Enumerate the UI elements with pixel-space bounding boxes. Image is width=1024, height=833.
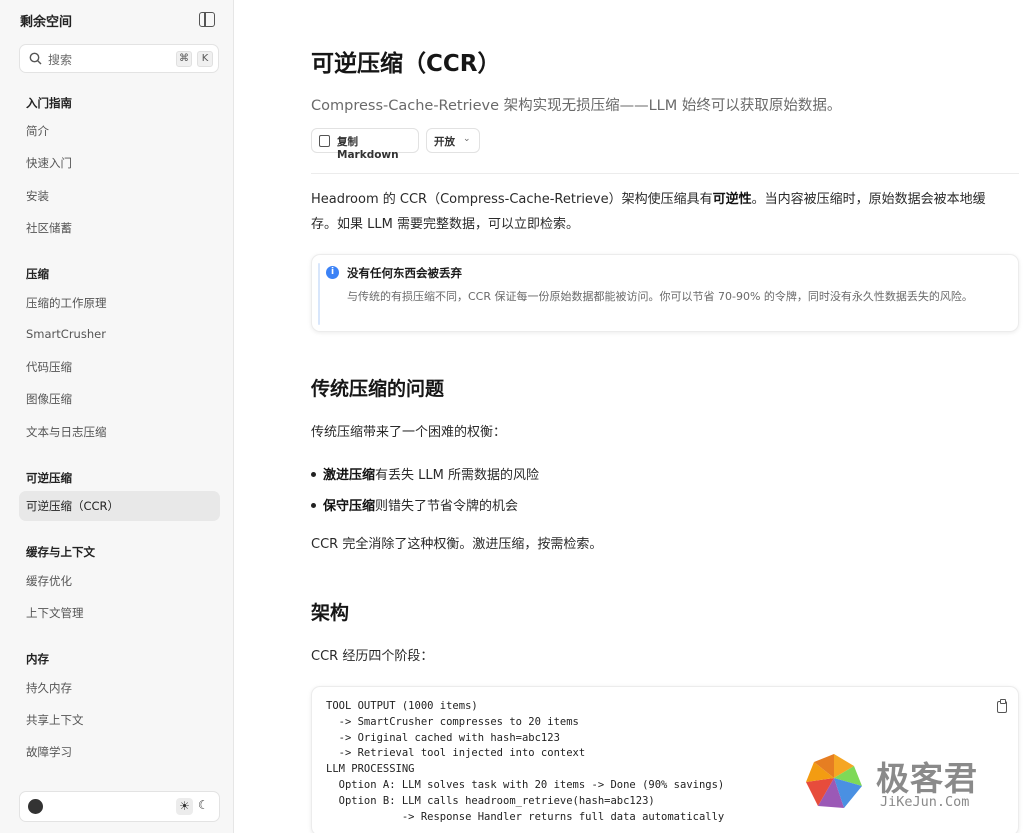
page-title: 可逆压缩（CCR） <box>311 51 501 77</box>
sidebar-toggle-icon[interactable] <box>199 12 215 27</box>
chevron-down-icon: ⌄ <box>463 134 471 144</box>
clipboard-icon[interactable] <box>997 699 1007 713</box>
nav-group-compression: 压缩 <box>26 267 49 281</box>
info-callout: i 没有任何东西会被丢弃 与传统的有损压缩不同，CCR 保证每一份原始数据都能被… <box>311 254 1019 332</box>
sidebar-item-context-management[interactable]: 上下文管理 <box>26 605 84 621</box>
sidebar-item-text-log-compression[interactable]: 文本与日志压缩 <box>26 424 107 440</box>
sidebar-item-smartcrusher[interactable]: SmartCrusher <box>26 327 106 341</box>
nav-group-memory: 内存 <box>26 652 49 666</box>
github-icon[interactable] <box>28 799 43 814</box>
moon-icon[interactable]: ☾ <box>198 798 209 812</box>
watermark-en: JiKeJun.Com <box>880 794 970 810</box>
open-label: 开放 <box>434 136 455 148</box>
list-item: 激进压缩有丢失 LLM 所需数据的风险 <box>311 464 539 483</box>
sidebar-item-image-compression[interactable]: 图像压缩 <box>26 391 72 407</box>
sidebar-item-quickstart[interactable]: 快速入门 <box>26 155 72 171</box>
watermark-cn: 极客君 <box>876 759 978 798</box>
copy-markdown-label: 复制 Markdown <box>337 136 399 161</box>
bullet2-bold: 保守压缩 <box>323 499 376 514</box>
main-content: 可逆压缩（CCR） Compress-Cache-Retrieve 架构实现无损… <box>234 0 1024 833</box>
sidebar-item-community[interactable]: 社区储蓄 <box>26 220 72 236</box>
section2-intro: CCR 经历四个阶段： <box>311 649 434 664</box>
info-icon: i <box>326 266 339 279</box>
watermark: 极客君 JiKeJun.Com <box>804 750 1004 820</box>
intro-text-line2: 存。如果 LLM 需要完整数据，可以立即检索。 <box>311 217 579 232</box>
nav-group-getting-started: 入门指南 <box>26 96 72 110</box>
open-dropdown-button[interactable]: 开放 ⌄ <box>426 128 480 153</box>
nav-group-cache-context: 缓存与上下文 <box>26 545 95 559</box>
callout-body: 与传统的有损压缩不同，CCR 保证每一份原始数据都能被访问。你可以节省 70-9… <box>347 290 973 303</box>
section1-intro: 传统压缩带来了一个困难的权衡： <box>311 425 507 440</box>
nav-group-reversible: 可逆压缩 <box>26 471 72 485</box>
section-heading-architecture: 架构 <box>311 602 350 624</box>
watermark-logo-icon <box>806 754 862 808</box>
shortcut-k-key: K <box>197 51 213 67</box>
bullet1-bold: 激进压缩 <box>323 468 376 483</box>
search-placeholder: 搜索 <box>48 53 73 67</box>
section-heading-problem: 传统压缩的问题 <box>311 378 445 400</box>
sidebar-footer: ☀ ☾ <box>19 791 220 822</box>
sidebar: 剩余空间 搜索 ⌘ K 入门指南 简介 快速入门 安装 社区储蓄 压缩 压缩的工… <box>0 0 234 833</box>
sidebar-item-code-compression[interactable]: 代码压缩 <box>26 359 72 375</box>
site-title: 剩余空间 <box>20 15 73 30</box>
sidebar-item-intro[interactable]: 简介 <box>26 123 49 139</box>
divider <box>311 173 1019 174</box>
sidebar-item-persistent-memory[interactable]: 持久内存 <box>26 680 72 696</box>
sidebar-item-install[interactable]: 安装 <box>26 188 49 204</box>
sidebar-item-ccr[interactable]: 可逆压缩（CCR） <box>19 491 220 521</box>
code-content: TOOL OUTPUT (1000 items) -> SmartCrusher… <box>326 700 725 823</box>
section1-outro: CCR 完全消除了这种权衡。激进压缩，按需检索。 <box>311 537 603 552</box>
search-input[interactable]: 搜索 ⌘ K <box>19 44 219 73</box>
intro-text: Headroom 的 CCR（Compress-Cache-Retrieve）架… <box>311 192 713 207</box>
sidebar-item-how-it-works[interactable]: 压缩的工作原理 <box>26 295 107 311</box>
sidebar-item-shared-context[interactable]: 共享上下文 <box>26 712 84 728</box>
theme-switcher: ☀ ☾ <box>171 796 215 817</box>
search-icon <box>29 52 42 65</box>
bullet2-text: 则错失了节省令牌的机会 <box>375 499 519 514</box>
intro-bold: 可逆性 <box>712 192 752 207</box>
sidebar-item-label: 可逆压缩（CCR） <box>26 499 120 513</box>
bullet1-text: 有丢失 LLM 所需数据的风险 <box>375 468 539 483</box>
copy-markdown-button[interactable]: 复制 Markdown <box>311 128 419 161</box>
list-item: 保守压缩则错失了节省令牌的机会 <box>311 495 518 514</box>
intro-text-cont: 。当内容被压缩时，原始数据会被本地缓 <box>751 192 986 207</box>
intro-paragraph: Headroom 的 CCR（Compress-Cache-Retrieve）架… <box>311 187 986 237</box>
copy-icon <box>319 135 330 147</box>
callout-bar <box>318 263 320 325</box>
callout-title: 没有任何东西会被丢弃 <box>347 266 462 280</box>
shortcut-mod-key: ⌘ <box>176 51 192 67</box>
page-subtitle: Compress-Cache-Retrieve 架构实现无损压缩——LLM 始终… <box>311 98 842 114</box>
sidebar-item-cache-optimization[interactable]: 缓存优化 <box>26 573 72 589</box>
sidebar-item-failure-learning[interactable]: 故障学习 <box>26 744 72 760</box>
sun-icon[interactable]: ☀ <box>176 798 193 815</box>
